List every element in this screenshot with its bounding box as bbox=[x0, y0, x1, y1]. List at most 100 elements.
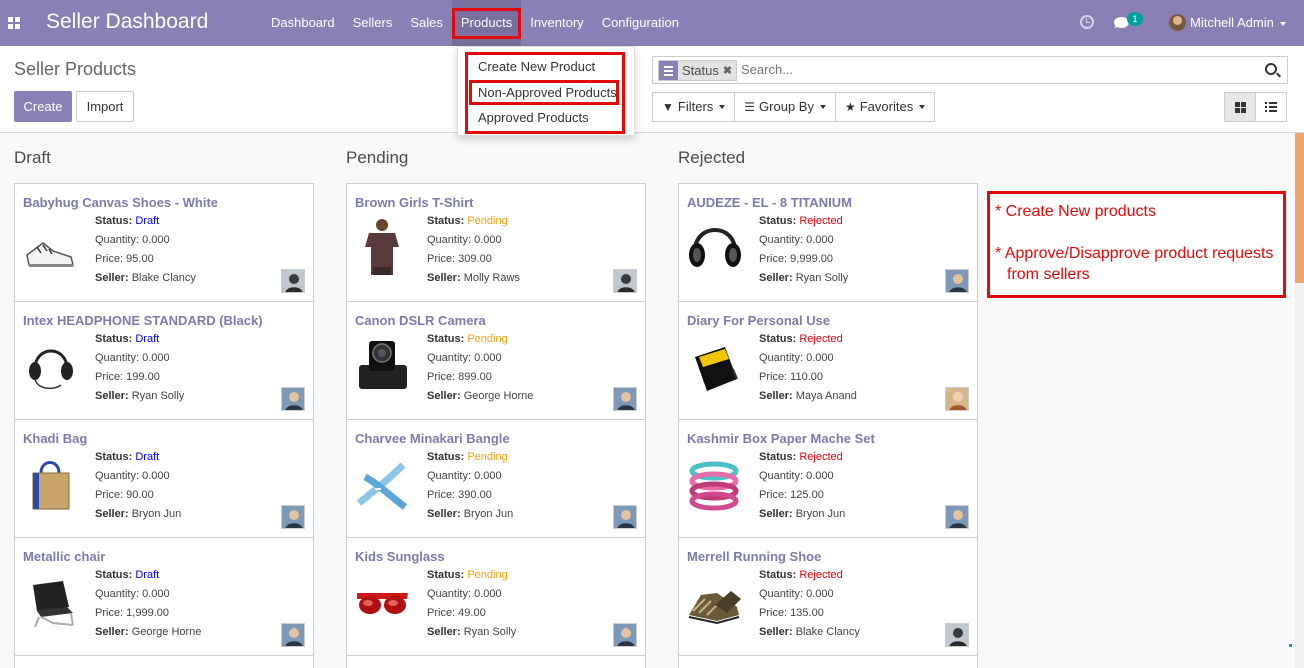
kanban-card[interactable]: Babyhug Canvas Shoes - White Status: Draf… bbox=[14, 184, 314, 302]
status-line: Status: Pending bbox=[427, 333, 508, 345]
product-image bbox=[355, 453, 410, 513]
price-line: Price: 135.00 bbox=[759, 607, 824, 619]
kanban-card[interactable] bbox=[346, 656, 646, 668]
status-line: Status: Pending bbox=[427, 569, 508, 581]
kanban-card[interactable]: Metallic chair Status: Draft Quantity: 0.0… bbox=[14, 538, 314, 656]
seller-line: Seller: George Horne bbox=[427, 390, 533, 402]
list-icon bbox=[1265, 102, 1277, 112]
product-name[interactable]: Kids Sunglass bbox=[355, 549, 445, 564]
menu-products[interactable]: Products bbox=[451, 0, 522, 46]
product-name[interactable]: Khadi Bag bbox=[23, 431, 87, 446]
seller-label: Seller: bbox=[759, 626, 793, 638]
menu-non-approved-products[interactable]: Non-Approved Products bbox=[478, 85, 617, 100]
user-name: Mitchell Admin bbox=[1190, 15, 1274, 30]
kanban-card[interactable]: Kids Sunglass Status: Pending Quantity: 0.… bbox=[346, 538, 646, 656]
activity-clock-icon[interactable] bbox=[1080, 15, 1094, 29]
price-line: Price: 125.00 bbox=[759, 489, 824, 501]
kanban-card[interactable] bbox=[14, 656, 314, 668]
chevron-down-icon bbox=[719, 105, 726, 109]
search-input[interactable] bbox=[741, 62, 1241, 77]
apps-menu-icon[interactable] bbox=[8, 17, 20, 29]
product-name[interactable]: Intex HEADPHONE STANDARD (Black) bbox=[23, 313, 263, 328]
status-value: Pending bbox=[467, 215, 508, 227]
control-panel: Seller Products Create Import Status ✖ ▼… bbox=[0, 46, 1304, 133]
status-line: Status: Rejected bbox=[759, 451, 843, 463]
product-name[interactable]: Charvee Minakari Bangle bbox=[355, 431, 510, 446]
seller-line: Seller: Bryon Jun bbox=[427, 508, 513, 520]
kanban-card[interactable]: Merrell Running Shoe Status: Rejected Quan… bbox=[678, 538, 978, 656]
price-line: Price: 9,999.00 bbox=[759, 253, 833, 265]
kanban-card[interactable]: Canon DSLR Camera Status: Pending Quantity… bbox=[346, 302, 646, 420]
product-name[interactable]: Brown Girls T-Shirt bbox=[355, 195, 473, 210]
seller-name: Ryan Solly bbox=[131, 390, 185, 402]
status-value: Pending bbox=[467, 333, 508, 345]
product-image bbox=[23, 453, 78, 513]
quantity-line: Quantity: 0.000 bbox=[427, 234, 502, 246]
star-icon: ★ bbox=[844, 100, 856, 114]
groupby-button[interactable]: ☰ Group By bbox=[734, 92, 836, 122]
search-icon[interactable] bbox=[1265, 63, 1277, 75]
seller-line: Seller: Bryon Jun bbox=[95, 508, 181, 520]
status-value: Rejected bbox=[799, 451, 843, 463]
menu-configuration[interactable]: Configuration bbox=[593, 0, 688, 46]
product-name[interactable]: Diary For Personal Use bbox=[687, 313, 830, 328]
quantity-line: Quantity: 0.000 bbox=[759, 470, 834, 482]
list-view-button[interactable] bbox=[1255, 92, 1287, 122]
scrollbar[interactable] bbox=[1295, 133, 1304, 668]
status-value: Draft bbox=[135, 569, 160, 581]
user-menu[interactable]: Mitchell Admin bbox=[1190, 15, 1286, 30]
menu-inventory[interactable]: Inventory bbox=[521, 0, 592, 46]
seller-line: Seller: Maya Anand bbox=[759, 390, 857, 402]
product-name[interactable]: Canon DSLR Camera bbox=[355, 313, 486, 328]
import-button[interactable]: Import bbox=[76, 91, 134, 122]
view-switcher bbox=[1224, 92, 1287, 122]
menu-sales[interactable]: Sales bbox=[401, 0, 452, 46]
filter-icon: ▼ bbox=[662, 100, 674, 114]
favorites-button[interactable]: ★ Favorites bbox=[834, 92, 936, 122]
menu-approved-products[interactable]: Approved Products bbox=[478, 110, 589, 125]
seller-line: Seller: George Horne bbox=[95, 626, 201, 638]
kanban-card[interactable] bbox=[678, 656, 978, 668]
chat-badge: 1 bbox=[1127, 12, 1143, 26]
quantity-line: Quantity: 0.000 bbox=[759, 352, 834, 364]
price-line: Price: 90.00 bbox=[95, 489, 154, 501]
filters-button[interactable]: ▼ Filters bbox=[652, 92, 736, 122]
price-line: Price: 899.00 bbox=[427, 371, 492, 383]
kanban-card[interactable]: Brown Girls T-Shirt Status: Pending Quanti… bbox=[346, 184, 646, 302]
status-label: Status: bbox=[759, 451, 797, 463]
menu-dashboard[interactable]: Dashboard bbox=[262, 0, 344, 46]
create-button[interactable]: Create bbox=[14, 91, 72, 122]
product-name[interactable]: Babyhug Canvas Shoes - White bbox=[23, 195, 218, 210]
status-line: Status: Pending bbox=[427, 215, 508, 227]
kanban-card[interactable]: Kashmir Box Paper Mache Set Status: Rejec… bbox=[678, 420, 978, 538]
product-name[interactable]: Metallic chair bbox=[23, 549, 105, 564]
quantity-line: Quantity: 0.000 bbox=[759, 234, 834, 246]
menu-create-new-product[interactable]: Create New Product bbox=[478, 59, 595, 74]
status-line: Status: Draft bbox=[95, 569, 159, 581]
kanban-card[interactable]: Khadi Bag Status: Draft Quantity: 0.000 Pri… bbox=[14, 420, 314, 538]
kanban-card[interactable]: Intex HEADPHONE STANDARD (Black) Status: … bbox=[14, 302, 314, 420]
seller-label: Seller: bbox=[427, 390, 461, 402]
status-label: Status: bbox=[427, 569, 465, 581]
price-line: Price: 95.00 bbox=[95, 253, 154, 265]
scrollbar-thumb[interactable] bbox=[1295, 133, 1304, 283]
product-image bbox=[355, 335, 410, 395]
kanban-card[interactable]: Charvee Minakari Bangle Status: Pending Qu… bbox=[346, 420, 646, 538]
seller-label: Seller: bbox=[759, 508, 793, 520]
kanban-view-button[interactable] bbox=[1224, 92, 1256, 122]
kanban-card[interactable]: Diary For Personal Use Status: Rejected Qu… bbox=[678, 302, 978, 420]
kanban-card[interactable]: AUDEZE - EL - 8 TITANIUM Status: Rejected… bbox=[678, 184, 978, 302]
groupby-label: Group By bbox=[759, 99, 814, 114]
annotation-line: * Create New products bbox=[995, 203, 1156, 220]
product-name[interactable]: Kashmir Box Paper Mache Set bbox=[687, 431, 875, 446]
user-avatar[interactable] bbox=[1169, 14, 1186, 31]
facet-remove-icon[interactable]: ✖ bbox=[723, 64, 736, 77]
seller-line: Seller: Ryan Solly bbox=[95, 390, 184, 402]
product-name[interactable]: Merrell Running Shoe bbox=[687, 549, 821, 564]
searchview-buttons: ▼ Filters ☰ Group By ★ Favorites bbox=[652, 92, 936, 122]
menu-sellers[interactable]: Sellers bbox=[344, 0, 402, 46]
status-label: Status: bbox=[95, 569, 133, 581]
seller-name: Bryon Jun bbox=[131, 508, 182, 520]
status-label: Status: bbox=[427, 451, 465, 463]
product-name[interactable]: AUDEZE - EL - 8 TITANIUM bbox=[687, 195, 852, 210]
